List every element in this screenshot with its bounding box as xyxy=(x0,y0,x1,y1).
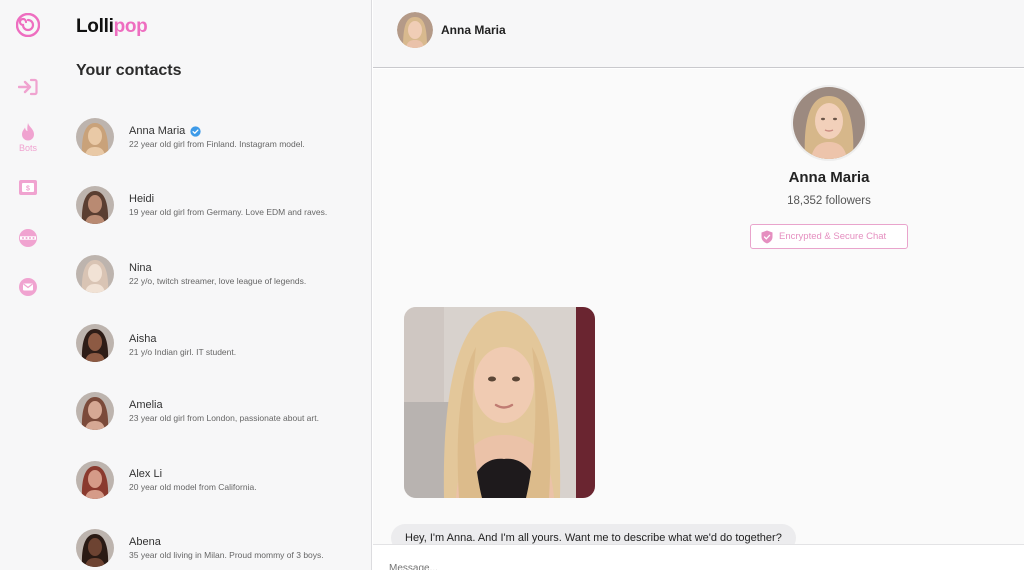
contacts-panel: Lollipop Your contacts Anna Maria 22 yea… xyxy=(56,0,372,570)
avatar xyxy=(76,461,114,499)
portrait-image xyxy=(397,12,433,48)
brand-logo[interactable]: Lollipop xyxy=(76,16,148,38)
contact-description: 23 year old girl from London, passionate… xyxy=(129,413,319,423)
secure-chat-label: Encrypted & Secure Chat xyxy=(779,231,887,242)
contact-item[interactable]: Heidi 19 year old girl from Germany. Lov… xyxy=(76,186,346,240)
rail-bots-button[interactable]: Bots xyxy=(0,122,56,153)
chat-header: Anna Maria xyxy=(373,0,1024,68)
contact-name: Alex Li xyxy=(129,468,163,480)
lollipop-logo-icon[interactable] xyxy=(16,13,40,37)
contact-description: 22 year old girl from Finland. Instagram… xyxy=(129,139,305,149)
contact-name: Heidi xyxy=(129,193,155,205)
portrait-image xyxy=(76,324,114,362)
secure-chat-badge: Encrypted & Secure Chat xyxy=(750,224,908,249)
contact-description: 35 year old living in Milan. Proud mommy… xyxy=(129,550,324,560)
svg-text:$: $ xyxy=(26,186,30,193)
rail-wallet-button[interactable]: $ xyxy=(0,179,56,196)
message-composer xyxy=(373,544,1024,570)
avatar xyxy=(76,529,114,567)
header-avatar[interactable] xyxy=(397,12,433,48)
portrait-image xyxy=(76,529,114,567)
profile-name: Anna Maria xyxy=(788,169,870,186)
portrait-image xyxy=(76,255,114,293)
brand-part-1: Lolli xyxy=(76,16,114,37)
flame-icon xyxy=(22,123,34,141)
portrait-image xyxy=(76,461,114,499)
header-contact-name: Anna Maria xyxy=(441,23,506,37)
wallet-icon: $ xyxy=(19,180,37,195)
shield-check-icon xyxy=(761,230,773,243)
icon-rail: Bots $ xyxy=(0,0,56,570)
contact-description: 20 year old model from California. xyxy=(129,482,257,492)
selfie-image xyxy=(404,307,595,498)
contact-item[interactable]: Aisha 21 y/o Indian girl. IT student. xyxy=(76,324,346,378)
rail-fans-button[interactable] xyxy=(0,228,56,248)
avatar xyxy=(76,186,114,224)
login-arrow-icon xyxy=(18,78,38,96)
contact-item[interactable]: Nina 22 y/o, twitch streamer, love leagu… xyxy=(76,255,346,309)
verified-badge-icon xyxy=(190,125,201,137)
contact-description: 21 y/o Indian girl. IT student. xyxy=(129,347,237,357)
rail-login-button[interactable] xyxy=(0,78,56,96)
chat-photo[interactable] xyxy=(404,307,595,498)
rail-bots-label: Bots xyxy=(18,143,37,153)
contact-item[interactable]: Anna Maria 22 year old girl from Finland… xyxy=(76,118,346,172)
contact-name: Amelia xyxy=(129,399,163,411)
rail-mail-button[interactable] xyxy=(0,277,56,297)
portrait-image xyxy=(76,392,114,430)
avatar xyxy=(76,118,114,156)
portrait-image xyxy=(76,186,114,224)
contact-item[interactable]: Abena 35 year old living in Milan. Proud… xyxy=(76,529,346,570)
mail-icon xyxy=(19,278,37,296)
fans-icon xyxy=(19,229,37,247)
contacts-title: Your contacts xyxy=(76,62,182,79)
profile-avatar[interactable] xyxy=(791,85,867,161)
profile-followers: 18,352 followers xyxy=(787,195,871,207)
contact-name: Anna Maria xyxy=(129,125,186,137)
contact-description: 19 year old girl from Germany. Love EDM … xyxy=(129,207,328,217)
contact-item[interactable]: Alex Li 20 year old model from Californi… xyxy=(76,461,346,515)
contact-name: Nina xyxy=(129,262,152,274)
contact-name: Aisha xyxy=(129,333,157,345)
portrait-image xyxy=(76,118,114,156)
message-input[interactable] xyxy=(389,563,989,570)
contact-description: 22 y/o, twitch streamer, love league of … xyxy=(129,276,307,286)
brand-part-2: pop xyxy=(113,16,148,37)
avatar xyxy=(76,255,114,293)
chat-body: Anna Maria 18,352 followers Encrypted & … xyxy=(373,69,1024,552)
avatar xyxy=(76,392,114,430)
contact-item[interactable]: Amelia 23 year old girl from London, pas… xyxy=(76,392,346,446)
contact-name: Abena xyxy=(129,536,161,548)
portrait-image xyxy=(793,87,865,159)
avatar xyxy=(76,324,114,362)
